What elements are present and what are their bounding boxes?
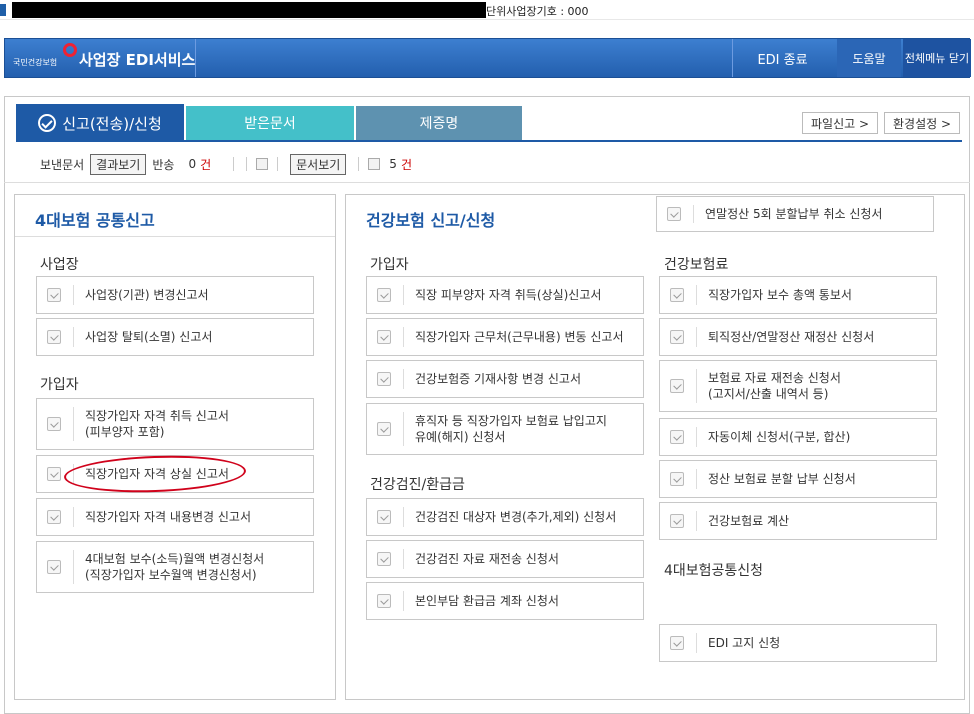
logo-mark-icon <box>63 43 77 57</box>
document-icon <box>47 467 61 481</box>
document-icon <box>47 560 61 574</box>
form-item[interactable]: 정산 보험료 분할 납부 신청서 <box>659 460 937 498</box>
document-icon <box>377 372 391 386</box>
form-item[interactable]: 직장가입자 자격 내용변경 신고서 <box>36 498 314 536</box>
form-item[interactable]: 보험료 자료 재전송 신청서 (고지서/산출 내역서 등) <box>659 360 937 412</box>
document-icon <box>377 330 391 344</box>
close-menu-button[interactable]: 전체메뉴 닫기 <box>903 39 971 77</box>
document-icon <box>667 207 681 221</box>
document-icon <box>368 158 381 170</box>
top-strip: 단위사업장기호 : 000 <box>0 0 974 20</box>
form-item[interactable]: 건강검진 대상자 변경(추가,제외) 신청서 <box>366 498 644 536</box>
toolbar-divider <box>277 157 279 171</box>
form-item-highlighted[interactable]: 직장가입자 자격 상실 신고서 <box>36 455 314 493</box>
form-item[interactable]: EDI 고지 신청 <box>659 624 937 662</box>
document-icon <box>377 288 391 302</box>
document-icon <box>47 417 61 431</box>
document-icon <box>377 594 391 608</box>
doc-toolbar: 보낸문서 결과보기 반송 0 건 문서보기 5 건 <box>16 150 962 178</box>
document-icon <box>670 472 684 486</box>
tab-report-submit[interactable]: 신고(전송)/신청 <box>16 104 184 142</box>
toolbar-divider <box>233 157 235 171</box>
section-title: 사업장 <box>40 257 79 273</box>
header-divider <box>195 39 196 77</box>
form-item[interactable]: 사업장(기관) 변경신고서 <box>36 276 314 314</box>
return-label: 반송 <box>152 157 175 172</box>
check-circle-icon <box>38 114 57 132</box>
form-item[interactable]: 건강보험료 계산 <box>659 502 937 540</box>
panel-title: 4대보험 공통신고 <box>35 211 155 230</box>
tab-received-docs[interactable]: 받은문서 <box>186 106 354 140</box>
panel-header: 4대보험 공통신고 <box>15 195 335 237</box>
tab-underline <box>16 140 962 142</box>
toolbar-divider <box>358 157 360 171</box>
document-icon <box>47 330 61 344</box>
form-item[interactable]: 퇴직정산/연말정산 재정산 신청서 <box>659 318 937 356</box>
toolbar-divider-line <box>4 182 970 183</box>
app-icon <box>0 4 6 16</box>
view-result-button[interactable]: 결과보기 <box>90 153 147 175</box>
view-docs-button[interactable]: 문서보기 <box>290 153 347 175</box>
logo-text: 국민건강보험 <box>13 58 58 67</box>
nhis-logo[interactable]: 국민건강보험 <box>11 43 77 73</box>
document-icon <box>377 510 391 524</box>
document-icon <box>377 422 391 436</box>
form-item[interactable]: 자동이체 신청서(구분, 합산) <box>659 418 937 456</box>
settings-button[interactable]: 환경설정 > <box>884 112 960 134</box>
document-icon <box>670 288 684 302</box>
form-item[interactable]: 직장가입자 자격 취득 신고서 (피부양자 포함) <box>36 398 314 450</box>
tab-label: 신고(전송)/신청 <box>62 114 162 133</box>
section-title: 가입자 <box>40 377 79 393</box>
document-icon <box>670 330 684 344</box>
document-icon <box>670 379 684 393</box>
business-code: 단위사업장기호 : 000 <box>486 5 589 18</box>
form-item[interactable]: 사업장 탈퇴(소멸) 신고서 <box>36 318 314 356</box>
sent-docs-label: 보낸문서 <box>40 157 85 172</box>
form-item[interactable]: 직장가입자 근무처(근무내용) 변동 신고서 <box>366 318 644 356</box>
mail-icon <box>256 158 269 170</box>
return-unit: 건 <box>200 157 212 172</box>
document-icon <box>377 552 391 566</box>
notice-form-item[interactable]: 연말정산 5회 분할납부 취소 신청서 <box>656 196 934 232</box>
tab-certificates[interactable]: 제증명 <box>356 106 522 140</box>
return-count: 0 <box>188 157 197 171</box>
form-item[interactable]: 건강보험증 기재사항 변경 신고서 <box>366 360 644 398</box>
redacted-bar <box>12 2 486 18</box>
document-icon <box>670 636 684 650</box>
section-title: 건강검진/환급금 <box>370 477 465 493</box>
document-icon <box>47 288 61 302</box>
edi-exit-button[interactable]: EDI 종료 <box>732 39 832 77</box>
section-title: 4대보험공통신청 <box>664 563 764 579</box>
form-item[interactable]: 직장가입자 보수 총액 통보서 <box>659 276 937 314</box>
file-report-button[interactable]: 파일신고 > <box>802 112 878 134</box>
form-item[interactable]: 휴직자 등 직장가입자 보험료 납입고지 유예(해지) 신청서 <box>366 403 644 455</box>
toolbar-divider <box>246 157 248 171</box>
document-icon <box>670 514 684 528</box>
document-icon <box>670 430 684 444</box>
site-title: 사업장 EDI서비스 <box>79 51 196 69</box>
form-item[interactable]: 직장 피부양자 자격 취득(상실)신고서 <box>366 276 644 314</box>
form-item[interactable]: 4대보험 보수(소득)월액 변경신청서 (직장가입자 보수월액 변경신청서) <box>36 541 314 593</box>
doc-unit: 건 <box>400 157 412 172</box>
form-item[interactable]: 건강검진 자료 재전송 신청서 <box>366 540 644 578</box>
section-title: 가입자 <box>370 257 409 273</box>
header-bar: 국민건강보험 사업장 EDI서비스 EDI 종료 도움말 전체메뉴 닫기 <box>4 38 971 78</box>
help-button[interactable]: 도움말 <box>837 39 901 77</box>
section-title: 건강보험료 <box>664 257 729 273</box>
document-icon <box>47 510 61 524</box>
form-item[interactable]: 본인부담 환급금 계좌 신청서 <box>366 582 644 620</box>
panel-title: 건강보험 신고/신청 <box>366 211 496 230</box>
doc-count: 5 <box>389 157 397 171</box>
